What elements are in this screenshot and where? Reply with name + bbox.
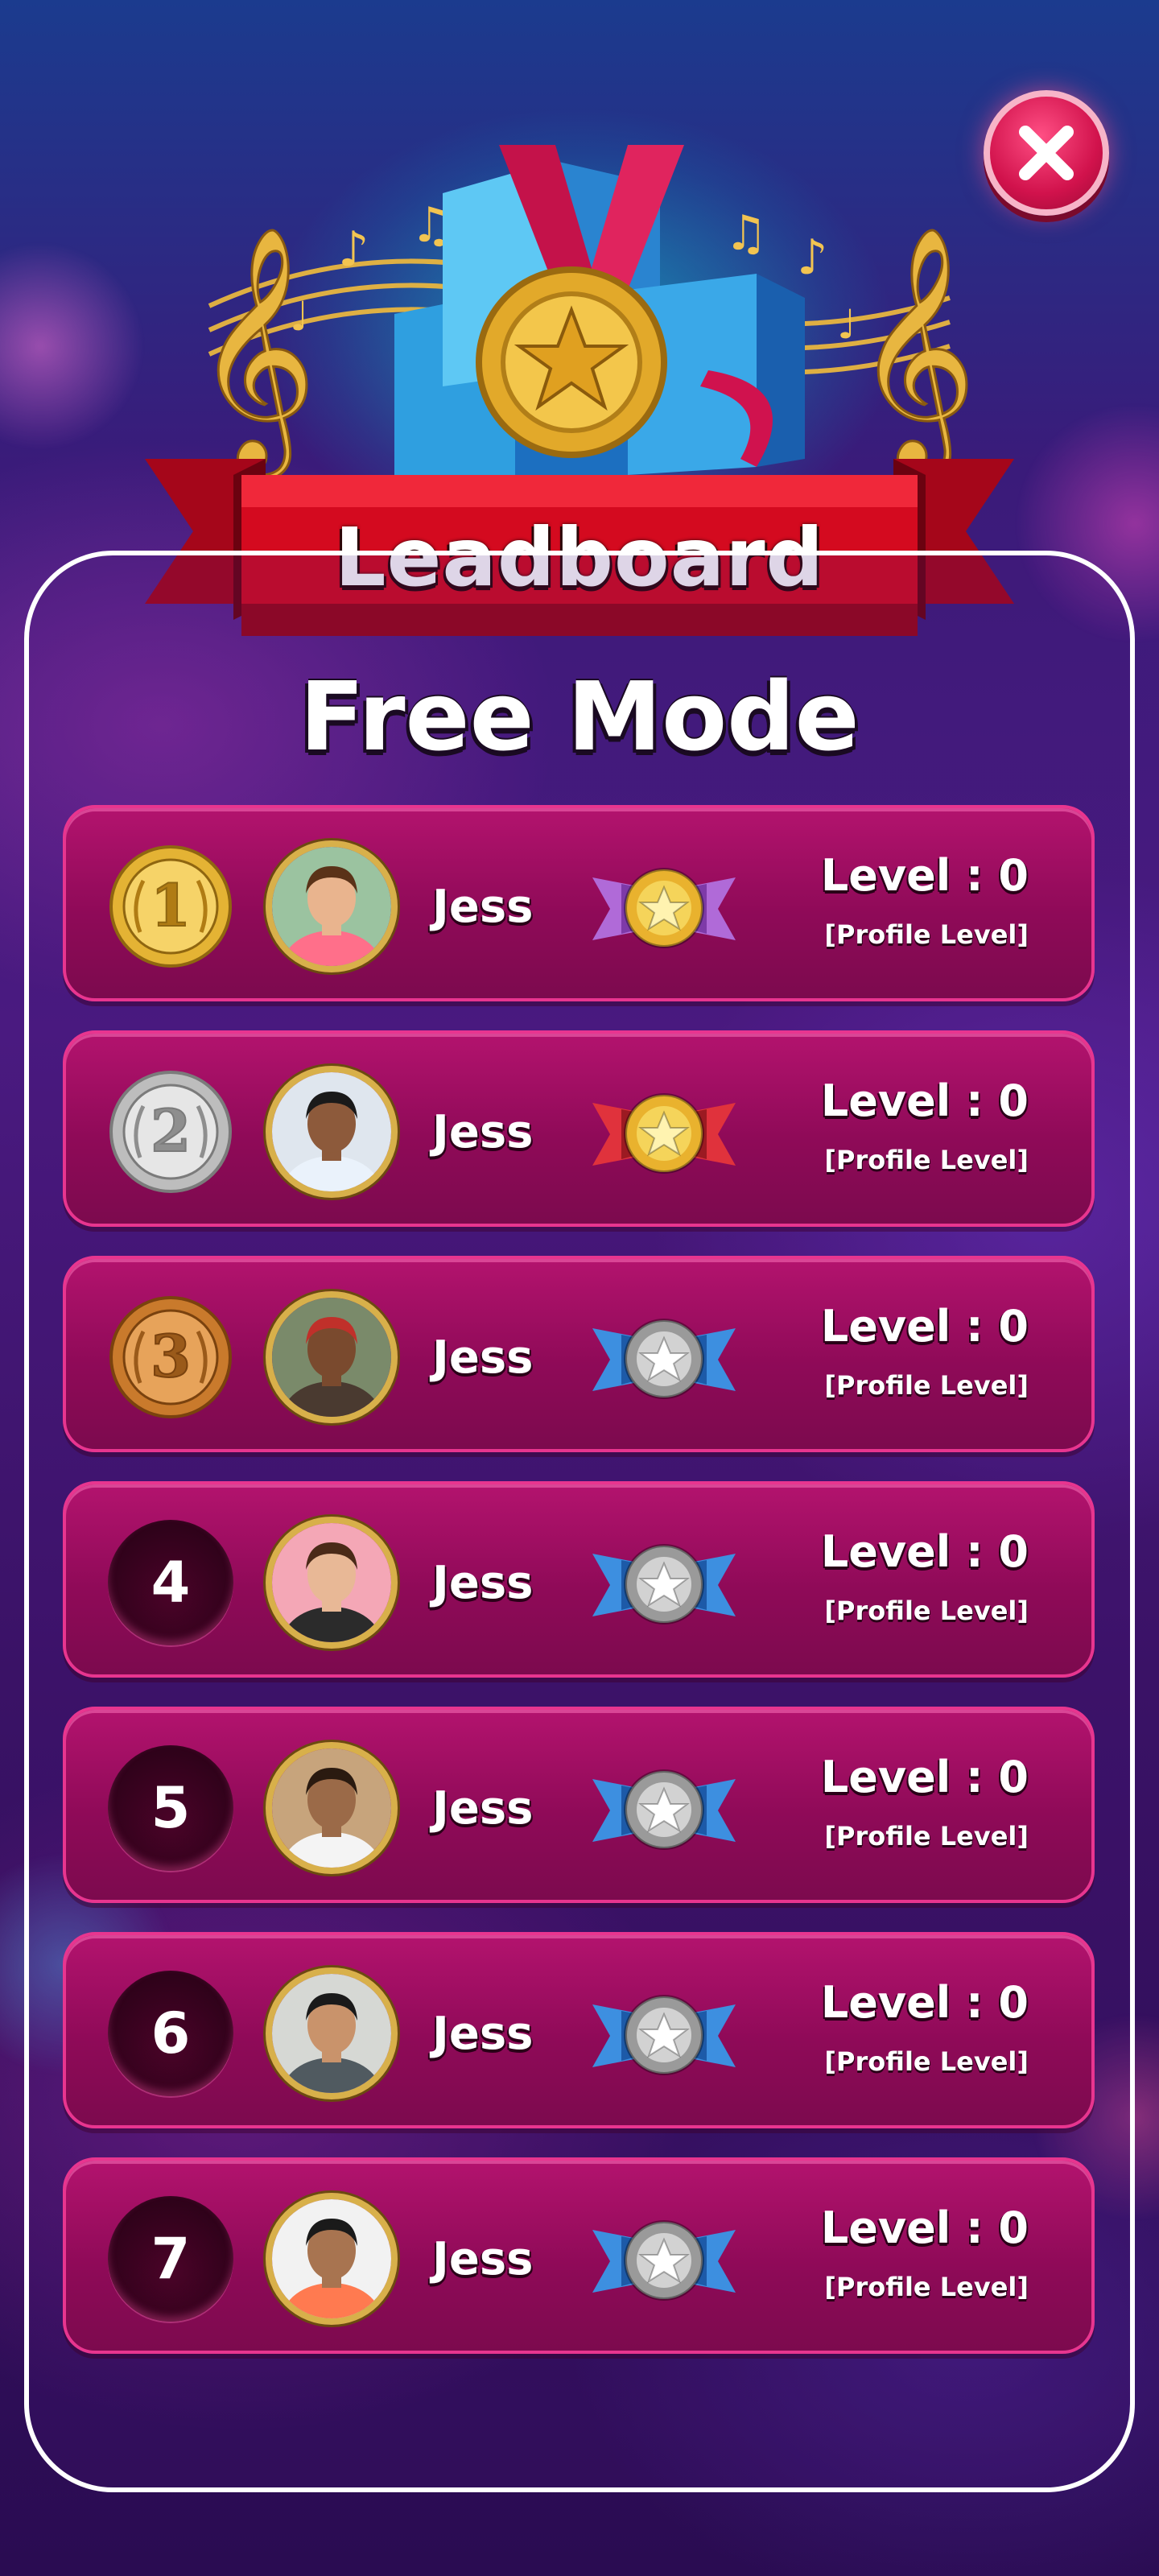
bronze-medal-icon: 3	[109, 1296, 232, 1418]
gold-medal-icon: 1	[109, 845, 232, 968]
player-level: Level : 0	[820, 2202, 1029, 2253]
rank-number: 7	[108, 2196, 233, 2322]
avatar	[266, 1066, 398, 1198]
player-name: Jess	[432, 1556, 534, 1609]
profile-level-label: [Profile Level]	[824, 2046, 1029, 2077]
close-button[interactable]	[984, 90, 1109, 216]
leaderboard-row[interactable]: 6 Jess Level : 0 [Profile Level]	[63, 1932, 1095, 2128]
player-name: Jess	[432, 2232, 534, 2285]
game-screen: 𝄞 𝄞 ♪ ♫ ♫ ♪ ♩ ♩ Leadboard Free Mode 1 Je…	[0, 0, 1159, 2576]
background-glow	[0, 242, 145, 451]
player-name: Jess	[432, 2007, 534, 2060]
svg-text:♩: ♩	[290, 293, 309, 340]
avatar	[266, 840, 398, 972]
avatar-photo	[272, 1072, 391, 1191]
player-level: Level : 0	[820, 850, 1029, 901]
avatar-photo	[272, 2199, 391, 2318]
profile-level-label: [Profile Level]	[824, 919, 1029, 950]
avatar	[266, 1291, 398, 1423]
avatar-photo	[272, 1974, 391, 2093]
player-name: Jess	[432, 1331, 534, 1384]
leaderboard-row[interactable]: 1 Jess Level : 0 [Profile Level]	[63, 805, 1095, 1001]
close-icon	[1019, 126, 1074, 180]
leaderboard-row[interactable]: 3 Jess Level : 0 [Profile Level]	[63, 1256, 1095, 1452]
player-level: Level : 0	[820, 1977, 1029, 2028]
profile-level-label: [Profile Level]	[824, 1596, 1029, 1626]
profile-level-label: [Profile Level]	[824, 1821, 1029, 1852]
avatar	[266, 2193, 398, 2325]
svg-text:♪: ♪	[338, 221, 369, 278]
rank-number: 6	[108, 1971, 233, 2096]
player-level: Level : 0	[820, 1075, 1029, 1126]
profile-level-label: [Profile Level]	[824, 2272, 1029, 2302]
player-name: Jess	[432, 1781, 534, 1835]
avatar	[266, 1517, 398, 1649]
rank-number: 1	[151, 871, 191, 939]
player-level: Level : 0	[820, 1526, 1029, 1577]
svg-text:♪: ♪	[797, 229, 827, 286]
leaderboard-row[interactable]: 7 Jess Level : 0 [Profile Level]	[63, 2157, 1095, 2354]
rank-number: 2	[151, 1096, 191, 1165]
leaderboard-row[interactable]: 5 Jess Level : 0 [Profile Level]	[63, 1707, 1095, 1903]
avatar-photo	[272, 1523, 391, 1642]
profile-level-label: [Profile Level]	[824, 1370, 1029, 1401]
avatar-photo	[272, 1748, 391, 1868]
leaderboard-row[interactable]: 2 Jess Level : 0 [Profile Level]	[63, 1030, 1095, 1227]
avatar-photo	[272, 1298, 391, 1417]
avatar	[266, 1967, 398, 2099]
silver-medal-icon: 2	[109, 1071, 232, 1193]
player-level: Level : 0	[820, 1301, 1029, 1352]
leaderboard-row[interactable]: 4 Jess Level : 0 [Profile Level]	[63, 1481, 1095, 1678]
avatar	[266, 1742, 398, 1874]
mode-title: Free Mode	[299, 661, 860, 772]
avatar-photo	[272, 847, 391, 966]
rank-number: 3	[151, 1322, 191, 1390]
rank-number: 5	[108, 1745, 233, 1871]
svg-text:♩: ♩	[837, 301, 856, 348]
rank-number: 4	[108, 1520, 233, 1645]
player-level: Level : 0	[820, 1752, 1029, 1802]
player-name: Jess	[432, 1105, 534, 1158]
svg-text:♫: ♫	[724, 205, 768, 262]
profile-level-label: [Profile Level]	[824, 1145, 1029, 1175]
player-name: Jess	[432, 880, 534, 933]
